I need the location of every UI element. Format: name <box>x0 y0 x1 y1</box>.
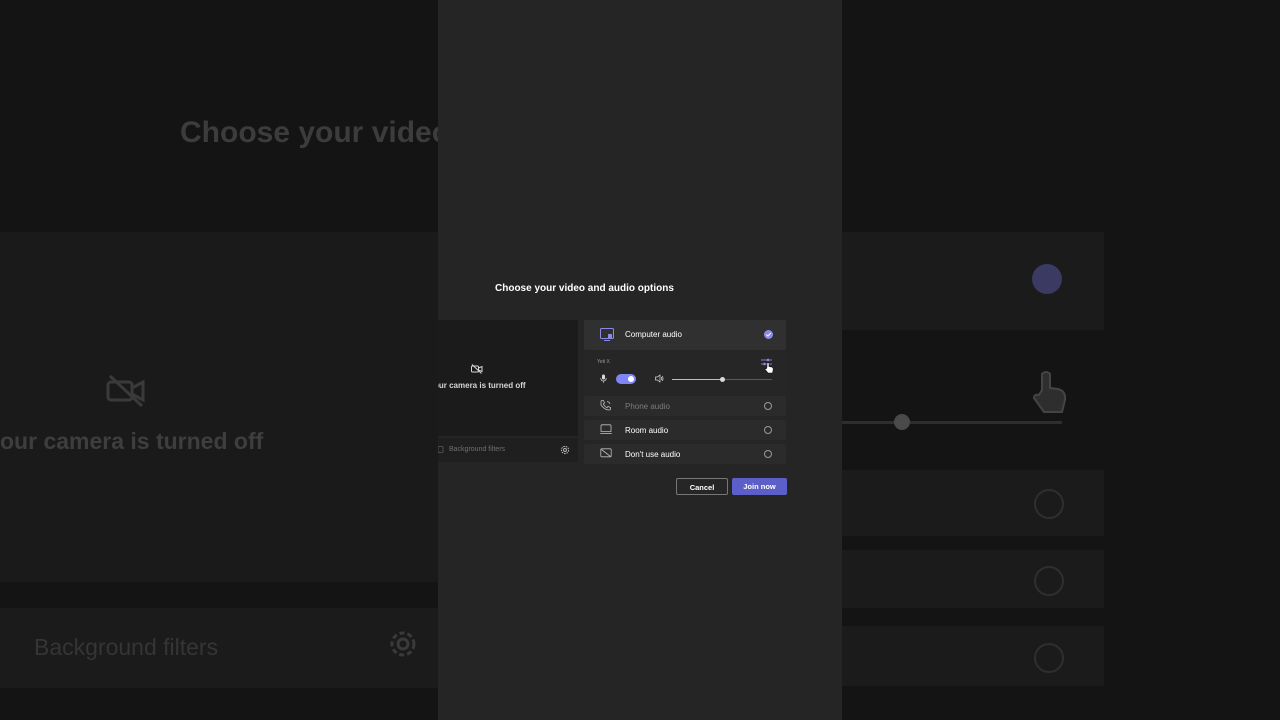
radio-icon <box>1034 489 1064 519</box>
device-name: Yeti X <box>597 359 610 365</box>
background-right-copy <box>842 0 1280 720</box>
phone-icon <box>600 400 611 411</box>
radio-icon <box>1034 566 1064 596</box>
camera-off-icon <box>471 364 483 374</box>
radio-icon <box>764 450 772 458</box>
background-row <box>842 550 1104 608</box>
microphone-toggle-knob <box>628 376 634 382</box>
monitor-speaker-icon <box>600 328 614 341</box>
join-now-button[interactable]: Join now <box>732 478 787 495</box>
hand-cursor-icon <box>1032 371 1067 413</box>
background-filters-icon <box>438 446 444 453</box>
cancel-button[interactable]: Cancel <box>676 478 728 495</box>
dialog-title: Choose your video and audio options <box>495 283 674 294</box>
checkmark-icon <box>1032 264 1062 294</box>
background-left-copy: Choose your video our camera is turned o… <box>0 0 438 720</box>
camera-status: our camera is turned off <box>438 381 526 390</box>
microphone-icon <box>600 374 607 383</box>
computer-audio-device-settings: Yeti X <box>584 352 786 394</box>
background-row <box>842 232 1104 330</box>
no-audio-icon <box>600 448 612 458</box>
audio-option-none[interactable]: Don't use audio <box>584 444 786 464</box>
checkmark-icon <box>764 330 773 339</box>
volume-slider[interactable] <box>672 377 772 382</box>
audio-option-label: Computer audio <box>625 330 682 339</box>
microphone-toggle[interactable] <box>616 374 636 384</box>
pre-join-column: Choose your video and audio options our … <box>438 0 842 720</box>
audio-option-phone[interactable]: Phone audio <box>584 396 786 416</box>
background-filters-bar[interactable]: Background filters <box>438 438 578 462</box>
background-filters-label: Background filters <box>449 446 506 453</box>
audio-option-computer[interactable]: Computer audio <box>584 320 786 350</box>
audio-option-label: Phone audio <box>625 402 670 411</box>
audio-options-panel: Computer audio Yeti X Phone audio Room a… <box>584 320 786 470</box>
room-device-icon <box>600 424 612 434</box>
audio-option-room[interactable]: Room audio <box>584 420 786 440</box>
radio-icon <box>764 402 772 410</box>
radio-icon <box>764 426 772 434</box>
audio-option-label: Don't use audio <box>625 450 681 459</box>
background-video-panel <box>0 232 438 582</box>
gear-icon[interactable] <box>560 445 570 455</box>
camera-off-icon <box>106 374 145 408</box>
background-row <box>842 470 1104 536</box>
audio-option-label: Room audio <box>625 426 669 435</box>
radio-icon <box>1034 643 1064 673</box>
hand-cursor-icon <box>764 362 774 374</box>
speaker-icon <box>655 374 664 383</box>
gear-icon <box>390 631 416 657</box>
background-slider-thumb <box>894 414 910 430</box>
volume-slider-thumb[interactable] <box>720 377 725 382</box>
background-filters-label: Background filters <box>34 634 219 660</box>
background-slider <box>842 421 1062 424</box>
video-preview: our camera is turned off <box>438 320 578 436</box>
background-row <box>842 626 1104 686</box>
background-camera-status: our camera is turned off <box>0 428 264 454</box>
volume-slider-fill <box>672 379 722 380</box>
background-title: Choose your video <box>180 116 438 149</box>
